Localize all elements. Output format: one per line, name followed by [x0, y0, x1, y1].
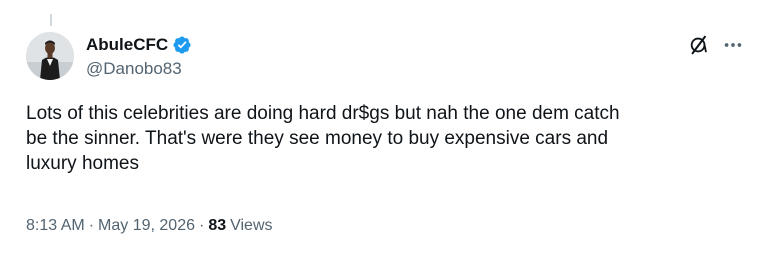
author-handle[interactable]: @Danobo83 — [86, 58, 182, 80]
author-name-row[interactable]: AbuleCFC — [86, 34, 192, 56]
avatar[interactable] — [26, 32, 74, 80]
tweet-card[interactable]: AbuleCFC @Danobo83 Lots of this celebrit… — [0, 0, 770, 255]
tweet-date[interactable]: May 19, 2026 — [98, 216, 195, 236]
tweet-time[interactable]: 8:13 AM — [26, 216, 85, 236]
thread-connector-line — [50, 14, 52, 26]
views-label[interactable]: Views — [230, 216, 272, 236]
grok-icon — [690, 35, 707, 55]
tweet-metadata: 8:13 AM · May 19, 2026 · 83 Views — [26, 216, 273, 236]
author-display-name[interactable]: AbuleCFC — [86, 34, 168, 56]
views-count[interactable]: 83 — [208, 216, 226, 236]
grok-button[interactable] — [686, 32, 712, 58]
meta-separator: · — [88, 217, 95, 234]
more-options-button[interactable] — [716, 32, 750, 58]
meta-separator: · — [198, 217, 205, 234]
tweet-text: Lots of this celebrities are doing hard … — [26, 103, 620, 174]
verified-badge-icon[interactable] — [172, 35, 192, 55]
more-options-icon — [724, 43, 742, 47]
avatar-photo — [26, 32, 74, 80]
